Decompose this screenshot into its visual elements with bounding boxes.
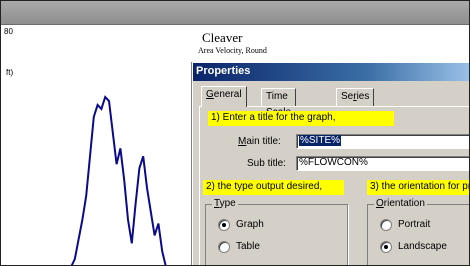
tab-general[interactable]: General	[201, 86, 247, 107]
graph-radio[interactable]	[218, 219, 230, 231]
table-radio-label[interactable]: Table	[236, 241, 260, 252]
type-group-legend: Type	[212, 198, 238, 209]
main-title-label-text: ain title:	[246, 136, 281, 147]
tab-series[interactable]: Series	[336, 88, 375, 106]
application-window: 80 ft) Cleaver Area Velocity, Round Prop…	[0, 0, 470, 266]
portrait-radio[interactable]	[380, 219, 392, 231]
tab-general-label: eneral	[213, 89, 242, 100]
series-layer	[70, 95, 167, 265]
hint-step-3: 3) the orientation for pri	[367, 180, 469, 195]
graph-radio-label[interactable]: Graph	[236, 219, 264, 230]
axis-tick-label: 80	[4, 27, 13, 36]
main-title-input[interactable]: %SITE%	[296, 134, 469, 149]
orientation-legend-text: rientation	[383, 198, 425, 209]
chart-plot-area	[70, 79, 197, 265]
tab-time-scale[interactable]: Time Scale	[261, 88, 297, 118]
chart-title: Cleaver	[202, 30, 243, 45]
hint-step-1: 1) Enter a title for the graph,	[208, 111, 394, 126]
tab-time-scale-prefix: Time	[266, 91, 288, 102]
portrait-radio-label[interactable]: Portrait	[398, 219, 430, 230]
sub-title-label: Sub title:	[247, 158, 286, 169]
tab-series-prefix: Se	[341, 91, 354, 102]
main-title-label: Main title:	[238, 136, 281, 147]
sub-title-input[interactable]: %FLOWCON%	[296, 156, 469, 171]
hint-step-2: 2) the type output desired,	[203, 180, 344, 195]
table-radio[interactable]	[218, 241, 230, 253]
sub-title-value: %FLOWCON%	[299, 157, 368, 168]
landscape-radio[interactable]	[380, 241, 392, 253]
tab-general-accel: G	[206, 89, 214, 100]
main-title-value: %SITE%	[299, 135, 342, 146]
type-legend-text: ype	[219, 198, 236, 209]
orientation-groupbox: Orientation Portrait Landscape	[367, 198, 469, 265]
tab-series-label: ies	[356, 91, 370, 102]
orientation-group-legend: Orientation	[374, 198, 427, 209]
y-axis-label: ft)	[6, 68, 14, 77]
series-line-0	[70, 95, 167, 265]
type-groupbox: Type Graph Table	[205, 198, 348, 265]
dialog-title: Properties	[196, 65, 251, 77]
chart-subtitle: Area Velocity, Round	[198, 46, 267, 55]
landscape-radio-label[interactable]: Landscape	[398, 241, 447, 252]
dialog-titlebar[interactable]: Properties	[193, 63, 469, 81]
properties-dialog: Properties General Time Scale Series 1) …	[192, 62, 469, 265]
orientation-legend-accel: O	[376, 198, 384, 209]
window-top-band	[1, 1, 469, 25]
